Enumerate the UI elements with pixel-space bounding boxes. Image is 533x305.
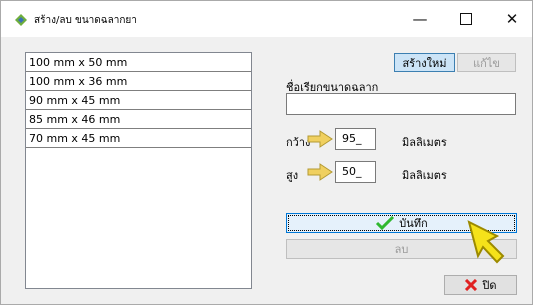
- height-unit-label: มิลลิเมตร: [402, 169, 447, 182]
- list-item[interactable]: 85 mm x 46 mm: [26, 110, 251, 129]
- maximize-icon: [460, 13, 472, 25]
- minimize-icon: —: [412, 10, 428, 28]
- list-item[interactable]: 100 mm x 50 mm: [26, 53, 251, 72]
- height-label: สูง: [286, 169, 299, 182]
- window-title: สร้าง/ลบ ขนาดฉลากยา: [34, 15, 137, 26]
- title-bar: สร้าง/ลบ ขนาดฉลากยา — ✕: [1, 1, 532, 37]
- label-size-list[interactable]: 100 mm x 50 mm 100 mm x 36 mm 90 mm x 45…: [25, 52, 252, 289]
- arrow-right-icon: [307, 163, 333, 181]
- close-window-button[interactable]: ✕: [489, 1, 533, 37]
- close-button-label: ปิด: [482, 279, 497, 292]
- list-item[interactable]: 90 mm x 45 mm: [26, 91, 251, 110]
- width-unit-label: มิลลิเมตร: [402, 136, 447, 149]
- close-button[interactable]: ปิด: [444, 275, 517, 295]
- save-button-label: บันทึก: [399, 217, 428, 230]
- minimize-button[interactable]: —: [397, 1, 443, 37]
- arrow-right-icon: [307, 130, 333, 148]
- close-icon: ✕: [505, 10, 519, 28]
- checkmark-icon: [376, 216, 395, 230]
- new-button[interactable]: สร้างใหม่: [394, 53, 455, 72]
- edit-button[interactable]: แก้ไข: [457, 53, 516, 72]
- height-field[interactable]: 50_: [335, 161, 376, 183]
- width-field[interactable]: 95_: [335, 128, 376, 150]
- maximize-button[interactable]: [443, 1, 489, 37]
- list-item[interactable]: 70 mm x 45 mm: [26, 129, 251, 148]
- app-icon: [15, 14, 27, 26]
- close-x-icon: [465, 279, 478, 291]
- name-field[interactable]: [286, 93, 516, 115]
- list-item[interactable]: 100 mm x 36 mm: [26, 72, 251, 91]
- pointer-arrow-icon: [467, 220, 505, 264]
- label-size-window: สร้าง/ลบ ขนาดฉลากยา — ✕ 100 mm x 50 mm 1…: [0, 0, 533, 305]
